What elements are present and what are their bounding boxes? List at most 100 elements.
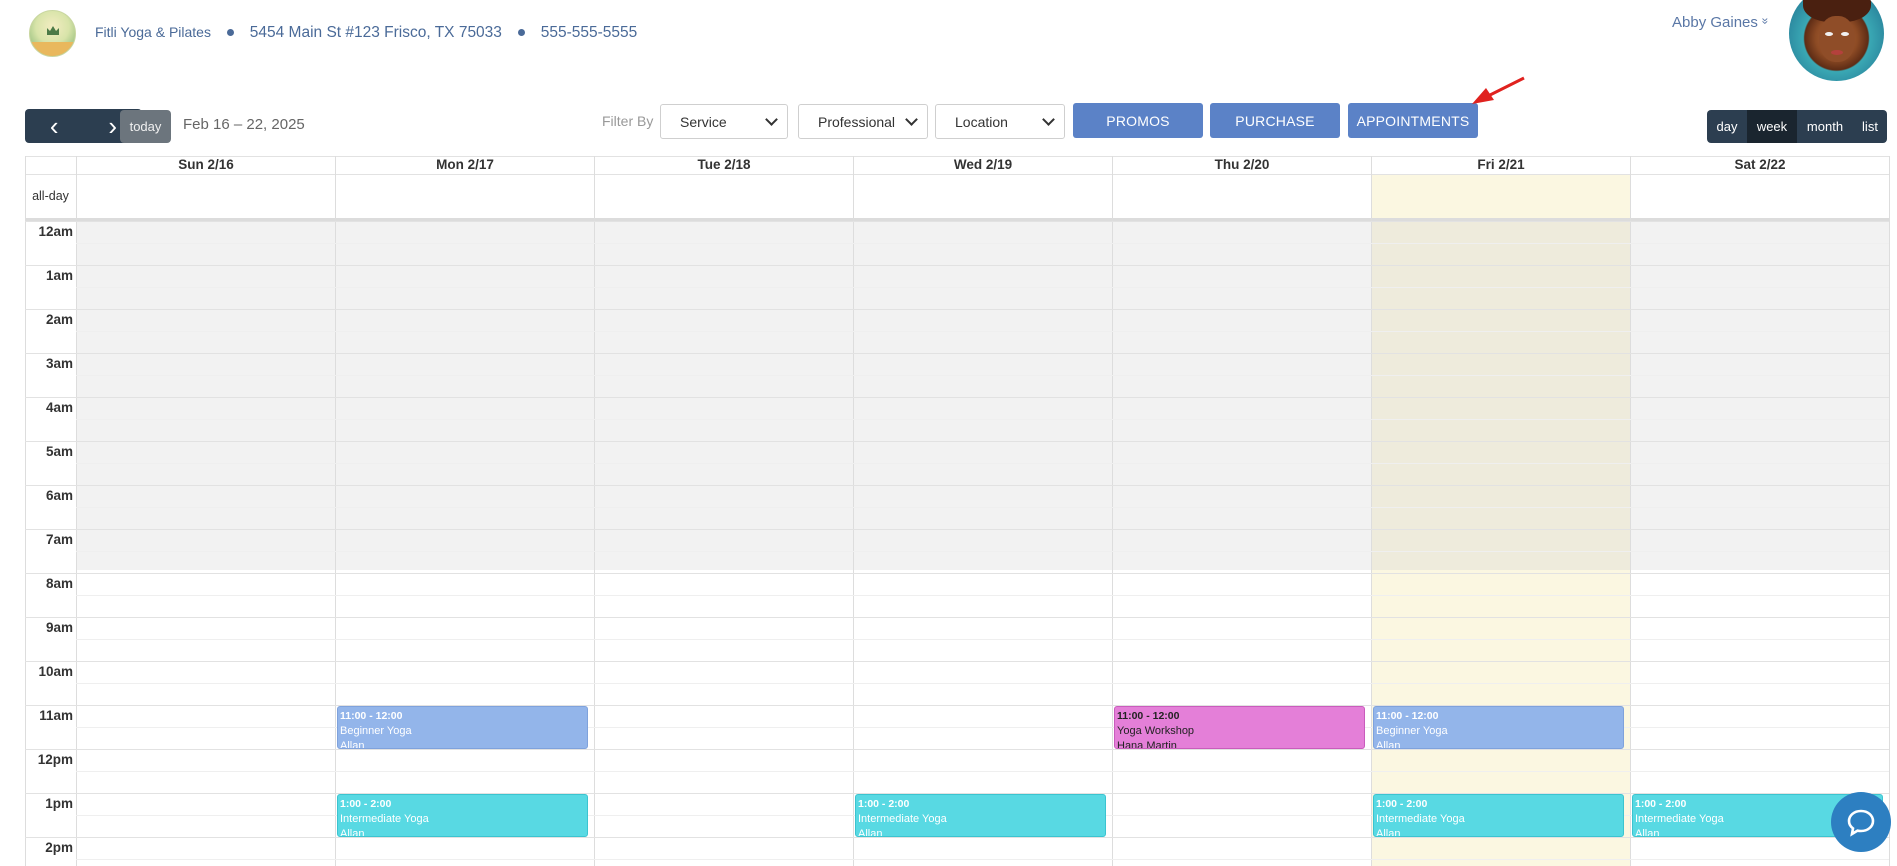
hour-label: 11am bbox=[39, 708, 73, 723]
day-header: Wed 2/19 bbox=[853, 156, 1112, 174]
view-day-button[interactable]: day bbox=[1707, 110, 1747, 143]
hour-label: 12pm bbox=[37, 752, 73, 767]
business-name[interactable]: Fitli Yoga & Pilates bbox=[95, 24, 211, 40]
event-title: Intermediate Yoga bbox=[858, 813, 947, 825]
event-title: Beginner Yoga bbox=[1376, 725, 1448, 737]
separator-dot bbox=[226, 29, 234, 37]
day-column-divider bbox=[1112, 156, 1113, 866]
event-instructor: Hana Martin bbox=[1117, 740, 1177, 749]
hour-label: 4am bbox=[45, 400, 73, 415]
view-list-button[interactable]: list bbox=[1853, 110, 1887, 143]
off-hours-shade bbox=[1630, 218, 1889, 570]
grid-border-header bbox=[25, 174, 1889, 175]
hour-line bbox=[25, 397, 1889, 398]
event-time: 1:00 - 2:00 bbox=[858, 798, 910, 810]
user-menu-name[interactable]: Abby Gaines bbox=[1672, 14, 1758, 31]
off-hours-shade bbox=[853, 218, 1112, 570]
hour-label: 7am bbox=[45, 532, 73, 547]
event-time: 11:00 - 12:00 bbox=[1117, 710, 1180, 722]
hour-line bbox=[25, 221, 1889, 222]
hour-label: 5am bbox=[45, 444, 73, 459]
avatar[interactable] bbox=[1789, 0, 1884, 81]
hour-label: 3am bbox=[45, 356, 73, 371]
hour-label: 2pm bbox=[45, 840, 73, 855]
today-button[interactable]: today bbox=[120, 110, 171, 143]
event-time: 1:00 - 2:00 bbox=[340, 798, 392, 810]
hour-line bbox=[25, 661, 1889, 662]
business-phone[interactable]: 555-555-5555 bbox=[541, 24, 638, 41]
event-instructor: Allan bbox=[1376, 828, 1401, 837]
event-instructor: Allan bbox=[340, 828, 365, 837]
day-header: Mon 2/17 bbox=[335, 156, 594, 174]
chevron-down-icon[interactable]: » bbox=[1758, 18, 1772, 25]
purchase-button[interactable]: PURCHASE bbox=[1210, 103, 1340, 138]
crown-icon bbox=[47, 26, 59, 35]
day-column-divider bbox=[335, 156, 336, 866]
hour-line bbox=[25, 441, 1889, 442]
hour-line bbox=[25, 485, 1889, 486]
view-switcher: day week month list bbox=[1707, 110, 1887, 143]
service-filter-select[interactable]: Service bbox=[660, 104, 788, 139]
calendar-event[interactable]: 1:00 - 2:00 Intermediate Yoga Allan bbox=[1373, 794, 1624, 837]
hour-line bbox=[25, 353, 1889, 354]
off-hours-shade bbox=[335, 218, 594, 570]
half-hour-line bbox=[76, 595, 1889, 596]
half-hour-line bbox=[76, 507, 1889, 508]
chat-bubble-icon bbox=[1847, 809, 1875, 837]
hour-label: 12am bbox=[38, 224, 73, 239]
off-hours-shade bbox=[76, 218, 335, 570]
hour-label: 8am bbox=[45, 576, 73, 591]
half-hour-line bbox=[76, 639, 1889, 640]
day-column-divider bbox=[1371, 156, 1372, 866]
hour-label: 1am bbox=[45, 268, 73, 283]
half-hour-line bbox=[76, 419, 1889, 420]
event-title: Yoga Workshop bbox=[1117, 725, 1195, 737]
day-column-divider bbox=[853, 156, 854, 866]
filter-label: Filter By bbox=[602, 113, 654, 129]
half-hour-line bbox=[76, 463, 1889, 464]
day-header: Tue 2/18 bbox=[594, 156, 853, 174]
business-address[interactable]: 5454 Main St #123 Frisco, TX 75033 bbox=[250, 24, 502, 41]
event-time: 11:00 - 12:00 bbox=[340, 710, 403, 722]
event-instructor: Allan bbox=[858, 828, 883, 837]
appointments-button[interactable]: APPOINTMENTS bbox=[1348, 103, 1478, 138]
half-hour-line bbox=[76, 859, 1889, 860]
off-hours-shade bbox=[1371, 218, 1630, 570]
half-hour-line bbox=[76, 287, 1889, 288]
hour-line bbox=[25, 749, 1889, 750]
view-month-button[interactable]: month bbox=[1797, 110, 1853, 143]
hour-label: 6am bbox=[45, 488, 73, 503]
off-hours-shade bbox=[1112, 218, 1371, 570]
allday-label: all-day bbox=[32, 189, 69, 203]
event-title: Beginner Yoga bbox=[340, 725, 412, 737]
event-title: Intermediate Yoga bbox=[340, 813, 429, 825]
calendar-event[interactable]: 11:00 - 12:00 Beginner Yoga Allan bbox=[1373, 706, 1624, 749]
business-logo[interactable] bbox=[29, 10, 76, 57]
calendar-event[interactable]: 1:00 - 2:00 Intermediate Yoga Allan bbox=[855, 794, 1106, 837]
calendar-event[interactable]: 11:00 - 12:00 Yoga Workshop Hana Martin bbox=[1114, 706, 1365, 749]
professional-filter-select[interactable]: Professional bbox=[798, 104, 928, 139]
hour-line bbox=[25, 617, 1889, 618]
half-hour-line bbox=[76, 771, 1889, 772]
day-column-divider bbox=[594, 156, 595, 866]
date-range-title: Feb 16 – 22, 2025 bbox=[183, 116, 305, 133]
half-hour-line bbox=[76, 375, 1889, 376]
hour-line bbox=[25, 265, 1889, 266]
calendar-event[interactable]: 11:00 - 12:00 Beginner Yoga Allan bbox=[337, 706, 588, 749]
location-filter-select[interactable]: Location bbox=[935, 104, 1065, 139]
off-hours-shade bbox=[594, 218, 853, 570]
chevron-down-icon bbox=[1042, 113, 1055, 126]
hour-label: 1pm bbox=[45, 796, 73, 811]
prev-week-button[interactable]: ‹ bbox=[25, 109, 84, 143]
day-header: Fri 2/21 bbox=[1371, 156, 1630, 174]
half-hour-line bbox=[76, 683, 1889, 684]
hour-line bbox=[25, 529, 1889, 530]
hour-line bbox=[25, 309, 1889, 310]
view-week-button[interactable]: week bbox=[1747, 110, 1797, 143]
chat-button[interactable] bbox=[1831, 792, 1891, 852]
hour-label: 9am bbox=[45, 620, 73, 635]
day-header: Sat 2/22 bbox=[1630, 156, 1889, 174]
calendar-event[interactable]: 1:00 - 2:00 Intermediate Yoga Allan bbox=[337, 794, 588, 837]
day-column-divider bbox=[1630, 156, 1631, 866]
promos-button[interactable]: PROMOS bbox=[1073, 103, 1203, 138]
